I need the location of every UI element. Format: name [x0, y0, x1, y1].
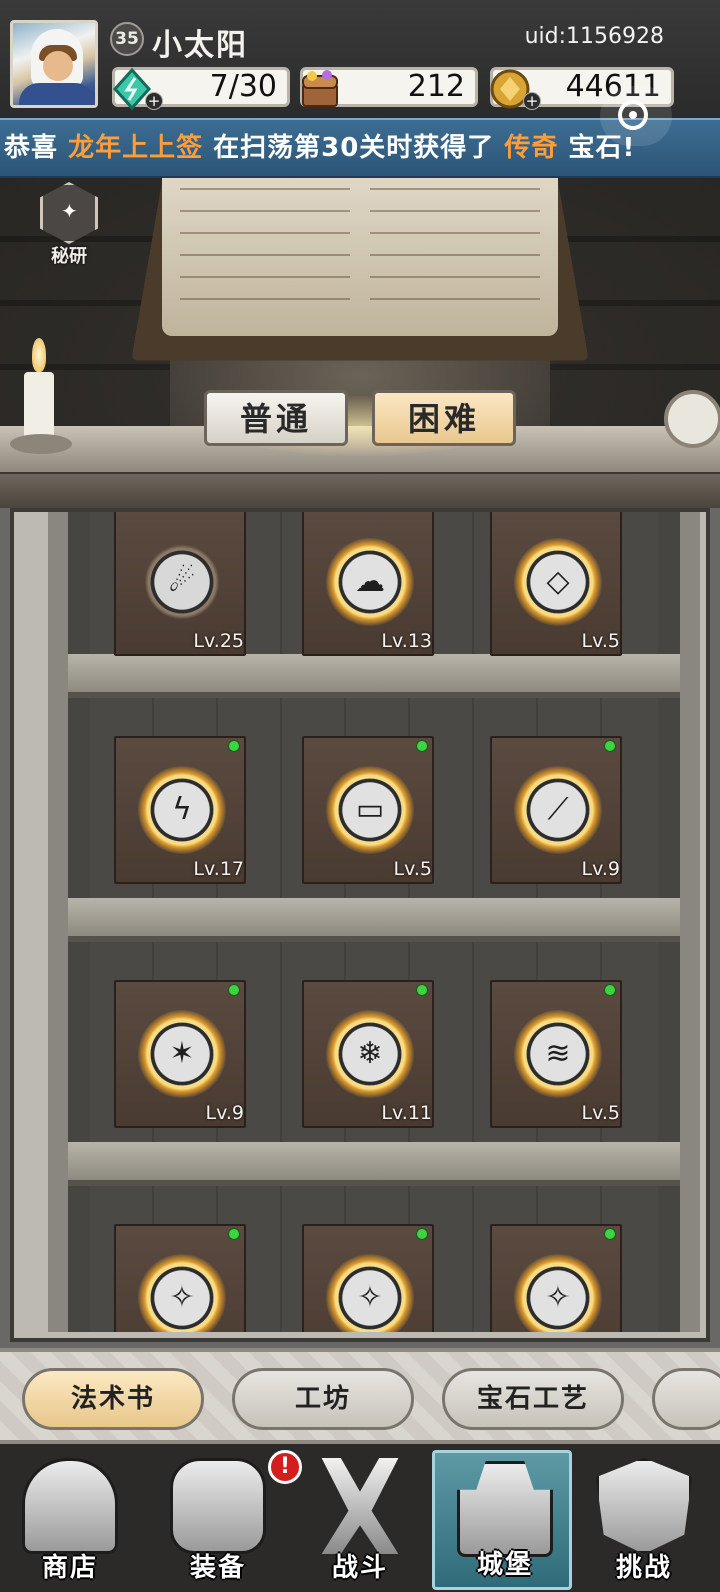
- spellbook-grid[interactable]: ☄ Lv.25 ☁ Lv.13 ◇ Lv.5 ϟ Lv.17 ▭ Lv.5 ⟋ Lv.9 ✶ Lv.9 ❄ L…: [48, 512, 700, 1332]
- pocket-watch-icon: [664, 390, 720, 448]
- upgrade-available-dot: [416, 1228, 428, 1240]
- spellbook-level: Lv.5: [581, 630, 620, 652]
- shop-icon: [22, 1458, 118, 1554]
- nav-challenge[interactable]: 挑战: [574, 1450, 714, 1590]
- energy-value: 7/30: [209, 69, 277, 104]
- treasure-chest-icon: [302, 70, 338, 107]
- spellbook-scene: [0, 178, 720, 508]
- spell-icon: ✧: [357, 1280, 383, 1315]
- record-icon: [618, 100, 648, 130]
- spellbook-level: Lv.17: [193, 858, 244, 880]
- mode-hard-button[interactable]: 困难: [372, 390, 516, 446]
- spellbook-level: Lv.11: [381, 1102, 432, 1124]
- spellbook-card[interactable]: ☁ Lv.13: [302, 512, 434, 656]
- nav-shop-label: 商店: [41, 1553, 98, 1583]
- spellbook-card[interactable]: ▭ Lv.5: [302, 736, 434, 884]
- spellbook-card[interactable]: ☄ Lv.25: [114, 512, 246, 656]
- shelf-board: [68, 1142, 680, 1186]
- secret-research-button[interactable]: 秘研: [36, 182, 102, 267]
- crystal-icon: ◇: [546, 564, 570, 599]
- player-uid: uid:1156928: [524, 24, 664, 49]
- news-prefix: 恭喜: [4, 133, 69, 163]
- add-coins-icon[interactable]: +: [523, 92, 541, 110]
- ice-shard-icon: ❄: [357, 1036, 383, 1071]
- castle-tab-bar: 法术书 工坊 宝石工艺: [0, 1348, 720, 1444]
- spellbook-card[interactable]: ✧: [302, 1224, 434, 1332]
- tab-spellbooks[interactable]: 法术书: [22, 1368, 204, 1430]
- chain-lightning-icon: ≋: [545, 1036, 571, 1071]
- upgrade-available-dot: [228, 1228, 240, 1240]
- secret-research-label: 秘研: [51, 246, 87, 267]
- chest-value: 212: [407, 69, 465, 104]
- tab-workshop[interactable]: 工坊: [232, 1368, 414, 1430]
- nav-castle-label: 城堡: [476, 1550, 533, 1580]
- news-middle: 在扫荡第30关时获得了: [203, 133, 505, 163]
- research-book-icon: [40, 182, 98, 244]
- spellbook-level: Lv.5: [393, 858, 432, 880]
- spellbook-card[interactable]: ◇ Lv.5: [490, 512, 622, 656]
- crest-shield-icon: [596, 1458, 692, 1554]
- spell-icon: ✧: [169, 1280, 195, 1315]
- cabinet-frame: ☄ Lv.25 ☁ Lv.13 ◇ Lv.5 ϟ Lv.17 ▭ Lv.5 ⟋ Lv.9 ✶ Lv.9 ❄ L…: [10, 508, 710, 1342]
- spellbook-level: Lv.9: [205, 1102, 244, 1124]
- player-avatar[interactable]: [10, 20, 98, 108]
- slime-icon: ☁: [355, 564, 385, 599]
- spellbook-card[interactable]: ✧: [490, 1224, 622, 1332]
- nav-equipment-label: 装备: [189, 1553, 246, 1583]
- lightning-icon: ϟ: [172, 792, 192, 827]
- nav-shop[interactable]: 商店: [0, 1450, 140, 1590]
- mode-normal-button[interactable]: 普通: [204, 390, 348, 446]
- nav-battle[interactable]: 战斗: [290, 1450, 430, 1590]
- nav-battle-label: 战斗: [331, 1553, 388, 1583]
- player-name: 小太阳: [152, 28, 248, 63]
- shelf-board: [68, 898, 680, 942]
- upgrade-available-dot: [604, 1228, 616, 1240]
- spellbook-card[interactable]: ϟ Lv.17: [114, 736, 246, 884]
- floating-record-button[interactable]: [600, 86, 672, 146]
- spellbook-card[interactable]: ≋ Lv.5: [490, 980, 622, 1128]
- upgrade-available-dot: [228, 740, 240, 752]
- meteor-icon: ✶: [169, 1036, 195, 1071]
- tab-more[interactable]: [652, 1368, 720, 1430]
- add-energy-icon[interactable]: +: [145, 92, 163, 110]
- upgrade-available-dot: [416, 740, 428, 752]
- candle-icon: [10, 338, 72, 458]
- upgrade-available-dot: [604, 740, 616, 752]
- bottom-navigation: 商店 装备 战斗 城堡 挑战: [0, 1444, 720, 1592]
- spellbook-level: Lv.25: [193, 630, 244, 652]
- open-book-illustration: [131, 178, 589, 361]
- chest-counter[interactable]: 212: [300, 67, 478, 107]
- spellbook-card[interactable]: ❄ Lv.11: [302, 980, 434, 1128]
- spellbook-card[interactable]: ✶ Lv.9: [114, 980, 246, 1128]
- news-rarity: 传奇: [504, 133, 559, 163]
- news-player: 龙年上上签: [68, 133, 204, 163]
- castle-icon: [457, 1461, 553, 1557]
- equipment-alert-badge: !: [268, 1450, 302, 1484]
- spellbook-level: Lv.9: [581, 858, 620, 880]
- spellbook-level: Lv.13: [381, 630, 432, 652]
- spellbook-card[interactable]: ✧: [114, 1224, 246, 1332]
- upgrade-available-dot: [604, 984, 616, 996]
- spellbook-card[interactable]: ⟋ Lv.9: [490, 736, 622, 884]
- nav-equipment[interactable]: 装备: [148, 1450, 288, 1590]
- backpack-icon: [170, 1458, 266, 1554]
- upgrade-available-dot: [228, 984, 240, 996]
- energy-counter[interactable]: + 7/30: [112, 67, 290, 111]
- spell-icon: ✧: [545, 1280, 571, 1315]
- upgrade-available-dot: [416, 984, 428, 996]
- tab-gem-craft[interactable]: 宝石工艺: [442, 1368, 624, 1430]
- player-level-badge: 35: [110, 22, 144, 56]
- desk-front: [0, 472, 720, 508]
- nav-challenge-label: 挑战: [615, 1553, 672, 1583]
- crossed-swords-icon: [321, 1458, 399, 1554]
- spellbook-level: Lv.5: [581, 1102, 620, 1124]
- shelf-board: [68, 654, 680, 698]
- droplets-icon: ☄: [168, 564, 196, 599]
- blade-icon: ⟋: [547, 792, 569, 827]
- spellbook-cabinet: ☄ Lv.25 ☁ Lv.13 ◇ Lv.5 ϟ Lv.17 ▭ Lv.5 ⟋ Lv.9 ✶ Lv.9 ❄ L…: [0, 508, 720, 1348]
- nav-castle[interactable]: 城堡: [432, 1450, 572, 1590]
- icicle-icon: ▭: [355, 792, 385, 827]
